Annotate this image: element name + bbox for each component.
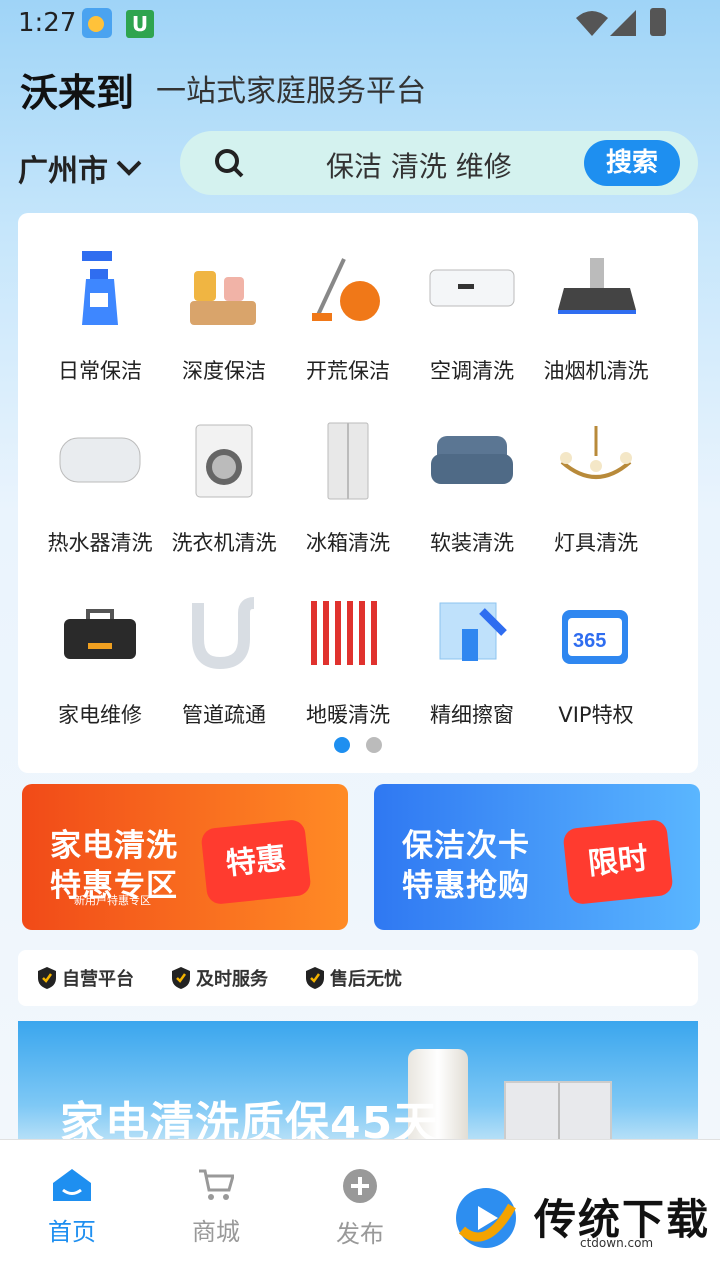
service-item[interactable]: 365 VIP特权	[534, 585, 658, 757]
service-item[interactable]: 空调清洗	[410, 241, 534, 413]
service-label: 家电维修	[58, 703, 142, 727]
vacuum-cleaner-icon	[300, 241, 396, 337]
cleaning-supplies-icon	[176, 241, 272, 337]
service-label: VIP特权	[558, 703, 634, 727]
tab-label: 商城	[192, 1218, 240, 1246]
search-icon	[215, 149, 244, 178]
service-label: 开荒保洁	[306, 359, 390, 383]
tab-mall[interactable]: 商城	[166, 1168, 266, 1247]
banner-subtitle: 新用户特惠专区	[74, 894, 151, 907]
service-label: 洗衣机清洗	[171, 531, 277, 555]
app-brand: 沃来到	[20, 71, 135, 115]
app-slogan: 一站式家庭服务平台	[156, 74, 426, 109]
service-label: 地暖清洗	[306, 703, 390, 727]
shield-icon	[306, 967, 324, 989]
shield-icon	[172, 967, 190, 989]
banner-title-line2: 特惠抢购	[402, 868, 530, 904]
trust-label: 售后无忧	[330, 969, 402, 990]
pipe-icon	[176, 585, 272, 681]
cleaning-card-banner[interactable]: 保洁次卡 特惠抢购 限时	[374, 784, 700, 930]
page-dot-2[interactable]	[366, 737, 382, 753]
page-indicator	[334, 737, 382, 753]
range-hood-icon	[548, 241, 644, 337]
appliance-cleaning-banner[interactable]: 家电清洗 特惠专区 新用户特惠专区 特惠	[22, 784, 348, 930]
gift-badge: 特惠	[200, 818, 312, 906]
svg-text:365: 365	[573, 630, 606, 652]
watermark-url: ctdown.com	[580, 1236, 654, 1250]
window-cleaning-icon	[424, 585, 520, 681]
service-label: 深度保洁	[182, 359, 266, 383]
service-item[interactable]: 家电维修	[38, 585, 162, 757]
app-notification-icon: U	[126, 10, 154, 38]
chevron-down-icon	[116, 160, 142, 176]
plus-circle-icon	[343, 1169, 377, 1203]
service-item[interactable]: 冰箱清洗	[286, 413, 410, 585]
service-item[interactable]: 深度保洁	[162, 241, 286, 413]
service-item[interactable]: 日常保洁	[38, 241, 162, 413]
wifi-icon	[576, 11, 608, 36]
city-label: 广州市	[18, 154, 108, 189]
battery-icon	[650, 8, 666, 36]
service-item[interactable]: 软装清洗	[410, 413, 534, 585]
trust-label: 及时服务	[196, 969, 268, 990]
tab-label: 发布	[336, 1220, 384, 1248]
tab-publish[interactable]: 发布	[310, 1168, 410, 1249]
sofa-icon	[424, 413, 520, 509]
status-time: 1:27	[18, 8, 77, 38]
refrigerator-icon	[300, 413, 396, 509]
services-grid: 日常保洁 深度保洁 开荒保洁 空调清洗 油烟机清洗热水器清洗 洗衣机清洗 冰箱清洗 软装清洗 灯…	[38, 241, 658, 757]
watermark-logo-icon	[456, 1188, 516, 1248]
services-card: 日常保洁 深度保洁 开荒保洁 空调清洗 油烟机清洗热水器清洗 洗衣机清洗 冰箱清洗 软装清洗 灯…	[18, 213, 698, 773]
tab-home[interactable]: 首页	[22, 1168, 122, 1247]
vip-calendar-icon: 365	[548, 585, 644, 681]
service-item[interactable]: 地暖清洗	[286, 585, 410, 757]
city-selector[interactable]: 广州市	[18, 146, 142, 190]
service-label: 空调清洗	[430, 359, 514, 383]
floor-heating-icon	[300, 585, 396, 681]
spray-bottle-icon	[52, 241, 148, 337]
service-item[interactable]: 开荒保洁	[286, 241, 410, 413]
air-conditioner-icon	[424, 241, 520, 337]
service-item[interactable]: 洗衣机清洗	[162, 413, 286, 585]
service-item[interactable]: 油烟机清洗	[534, 241, 658, 413]
home-icon	[53, 1169, 91, 1201]
page-dot-1[interactable]	[334, 737, 350, 753]
service-label: 热水器清洗	[47, 531, 153, 555]
service-label: 灯具清洗	[554, 531, 638, 555]
status-bar: 1:27 U	[0, 0, 720, 48]
service-item[interactable]: 灯具清洗	[534, 413, 658, 585]
watermark: 传统下载 ctdown.com	[450, 1180, 710, 1252]
trust-item: 自营平台	[38, 965, 134, 991]
service-item[interactable]: 管道疏通	[162, 585, 286, 757]
signal-icon	[610, 10, 636, 36]
service-label: 冰箱清洗	[306, 531, 390, 555]
service-label: 管道疏通	[182, 703, 266, 727]
trust-item: 售后无忧	[306, 965, 402, 991]
shield-icon	[38, 967, 56, 989]
service-item[interactable]: 精细擦窗	[410, 585, 534, 757]
service-label: 日常保洁	[58, 359, 142, 383]
service-label: 油烟机清洗	[543, 359, 649, 383]
weather-icon	[82, 8, 112, 38]
service-item[interactable]: 热水器清洗	[38, 413, 162, 585]
chandelier-icon	[548, 413, 644, 509]
toolbox-icon	[52, 585, 148, 681]
trust-item: 及时服务	[172, 965, 268, 991]
trust-bar: 自营平台 及时服务 售后无忧	[18, 950, 698, 1006]
bottom-tab-bar: 首页 商城 发布 传统下载 ctdown.com	[0, 1139, 720, 1280]
trust-label: 自营平台	[62, 969, 134, 990]
search-button[interactable]: 搜索	[584, 140, 680, 186]
washing-machine-icon	[176, 413, 272, 509]
service-label: 精细擦窗	[430, 703, 514, 727]
search-input[interactable]: 保洁 清洗 维修	[326, 145, 512, 185]
gift-badge: 限时	[562, 818, 674, 906]
water-heater-icon	[52, 413, 148, 509]
banner-title-line1: 保洁次卡	[402, 828, 530, 864]
banner-title-line1: 家电清洗	[50, 828, 178, 864]
service-label: 软装清洗	[430, 531, 514, 555]
search-bar[interactable]: 保洁 清洗 维修 搜索	[180, 131, 698, 195]
cart-icon	[199, 1169, 234, 1200]
tab-label: 首页	[48, 1218, 96, 1246]
